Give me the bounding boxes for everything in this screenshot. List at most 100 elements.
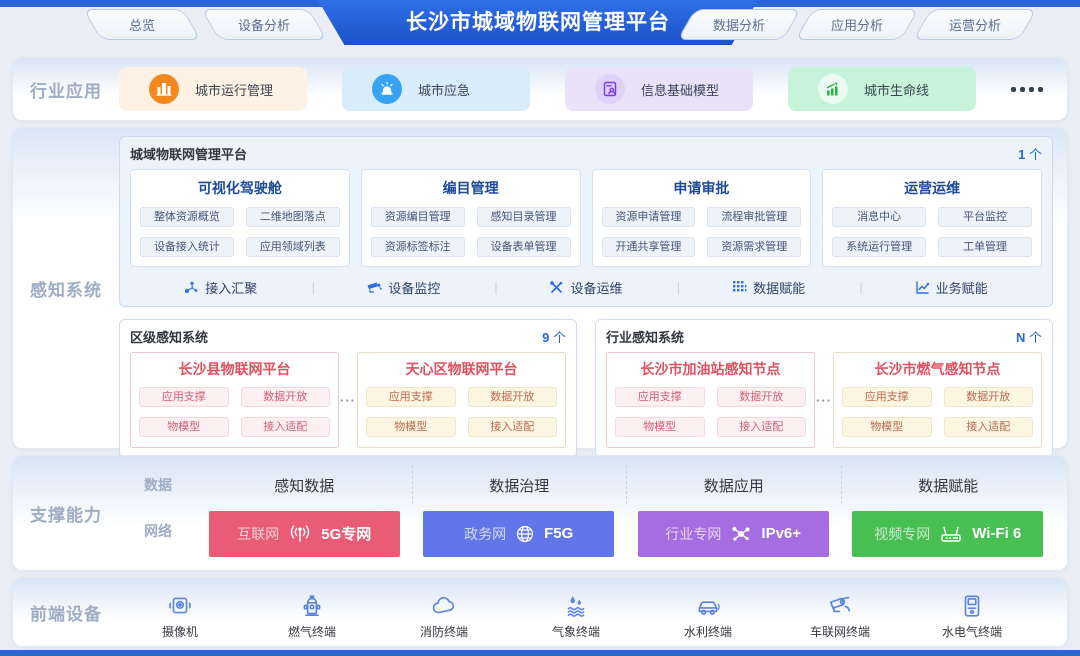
group-button[interactable]: 资源标签标注	[371, 237, 465, 257]
group-button[interactable]: 平台监控	[938, 207, 1032, 227]
network-tech: F5G	[544, 525, 573, 542]
data-item-governance: 数据治理	[412, 466, 627, 504]
group-button[interactable]: 应用领域列表	[246, 237, 340, 257]
ellipsis-icon[interactable]	[1011, 87, 1043, 92]
tools-icon	[549, 280, 564, 295]
count-unit: 个	[553, 330, 566, 345]
sense-button[interactable]: 应用支撑	[615, 387, 705, 407]
tab-overview[interactable]: 总览	[83, 9, 201, 40]
network-bar-gov-f5g[interactable]: 政务网 F5G	[423, 511, 614, 557]
sense-button[interactable]: 应用支撑	[842, 387, 932, 407]
app-card-city-operation[interactable]: 城市运行管理	[119, 67, 307, 111]
device-iov-terminal[interactable]: 车联网终端	[797, 589, 883, 640]
group-button[interactable]: 设备表单管理	[477, 237, 571, 257]
count-unit: 个	[1029, 330, 1042, 345]
sense-button[interactable]: 物模型	[615, 417, 705, 437]
sense-card-tianxin-district[interactable]: 天心区物联网平台 应用支撑 数据开放 物模型 接入适配	[357, 352, 566, 448]
group-button[interactable]: 消息中心	[832, 207, 926, 227]
group-button[interactable]: 工单管理	[938, 237, 1032, 257]
sense-button[interactable]: 接入适配	[241, 417, 331, 437]
device-camera[interactable]: 摄像机	[137, 589, 223, 640]
device-water-terminal[interactable]: 水利终端	[665, 589, 751, 640]
cloud-icon	[431, 589, 457, 619]
devices-row: 摄像机 燃气终端 消防终端 气象终端 水利终端 车联网终端	[119, 578, 1067, 646]
capability-device-monitor[interactable]: 设备监控	[313, 278, 495, 297]
sense-panels-row: 区级感知系统 9 个 长沙县物联网平台 应用支撑 数据开放 物模型 接入适配	[119, 319, 1053, 458]
app-card-city-emergency[interactable]: 城市应急	[342, 67, 530, 111]
support-row-labels: 数据 网络	[119, 466, 197, 558]
sense-button[interactable]: 数据开放	[241, 387, 331, 407]
platform-capabilities: 接入汇聚 | 设备监控 | 设备运维 | 数据赋能	[130, 278, 1042, 297]
line-chart-icon	[915, 280, 930, 295]
sense-button[interactable]: 应用支撑	[366, 387, 456, 407]
network-bar-video-wifi6[interactable]: 视频专网 Wi-Fi 6	[852, 511, 1043, 557]
sense-card-title: 天心区物联网平台	[366, 359, 557, 379]
device-label: 水利终端	[684, 623, 732, 640]
data-labels-row: 感知数据 数据治理 数据应用 数据赋能	[197, 466, 1055, 504]
weather-icon	[563, 589, 589, 619]
tab-label: 应用分析	[831, 15, 883, 34]
group-button[interactable]: 流程审批管理	[707, 207, 801, 227]
sense-button[interactable]: 物模型	[842, 417, 932, 437]
device-weather-terminal[interactable]: 气象终端	[533, 589, 619, 640]
sense-card-gas-sensing-node[interactable]: 长沙市燃气感知节点 应用支撑 数据开放 物模型 接入适配	[833, 352, 1042, 448]
network-bar-industry-ipv6[interactable]: 行业专网 IPv6+	[638, 511, 829, 557]
tab-data-analysis[interactable]: 数据分析	[677, 9, 801, 40]
section-label-industry-apps: 行业应用	[13, 58, 119, 120]
device-utility-meter-terminal[interactable]: 水电气终端	[929, 589, 1015, 640]
sense-button[interactable]: 数据开放	[717, 387, 807, 407]
group-button[interactable]: 系统运行管理	[832, 237, 926, 257]
count-unit: 个	[1029, 147, 1042, 162]
page-title: 长沙市城域物联网管理平台	[406, 6, 670, 39]
group-title: 申请审批	[602, 178, 802, 198]
sense-button[interactable]: 接入适配	[468, 417, 558, 437]
industry-count[interactable]: N 个	[1016, 327, 1042, 346]
tab-device-analysis[interactable]: 设备分析	[201, 9, 327, 40]
group-button[interactable]: 资源申请管理	[602, 207, 696, 227]
group-button[interactable]: 资源编目管理	[371, 207, 465, 227]
industry-panel-title: 行业感知系统	[606, 327, 684, 346]
sense-button[interactable]: 应用支撑	[139, 387, 229, 407]
device-fire-terminal[interactable]: 消防终端	[401, 589, 487, 640]
section-label-perception: 感知系统	[13, 128, 119, 448]
group-button[interactable]: 二维地图落点	[246, 207, 340, 227]
tab-operation-analysis[interactable]: 运营分析	[913, 9, 1037, 40]
sense-button[interactable]: 接入适配	[944, 417, 1034, 437]
bottom-bar	[0, 650, 1080, 656]
app-card-info-base-model[interactable]: 信息基础模型	[565, 67, 753, 111]
page: 总览 设备分析 长沙市城域物联网管理平台 数据分析 应用分析 运营分析 行业应用…	[0, 0, 1080, 656]
device-label: 车联网终端	[810, 623, 870, 640]
group-button[interactable]: 设备接入统计	[140, 237, 234, 257]
group-button[interactable]: 开通共享管理	[602, 237, 696, 257]
network-name: 政务网	[464, 524, 506, 544]
capability-business-enable[interactable]: 业务赋能	[860, 278, 1042, 297]
capability-access-aggregation[interactable]: 接入汇聚	[130, 278, 312, 297]
device-label: 消防终端	[420, 623, 468, 640]
nodes-icon	[184, 280, 199, 295]
app-card-city-lifeline[interactable]: 城市生命线	[788, 67, 976, 111]
sense-button[interactable]: 物模型	[366, 417, 456, 437]
capability-device-ops[interactable]: 设备运维	[495, 278, 677, 297]
network-bar-internet-5g[interactable]: 互联网 5G专网	[209, 511, 400, 557]
siren-icon	[372, 74, 402, 104]
sense-card-gas-station-node[interactable]: 长沙市加油站感知节点 应用支撑 数据开放 物模型 接入适配	[606, 352, 815, 448]
platform-count[interactable]: 1 个	[1018, 144, 1042, 163]
group-button[interactable]: 资源需求管理	[707, 237, 801, 257]
district-count[interactable]: 9 个	[542, 327, 566, 346]
sense-button[interactable]: 数据开放	[468, 387, 558, 407]
section-industry-apps: 行业应用 城市运行管理 城市应急 信息基础模型	[12, 57, 1068, 121]
count-value: 1	[1018, 147, 1025, 162]
data-item-enable: 数据赋能	[841, 466, 1056, 504]
count-value: 9	[542, 330, 549, 345]
sense-button[interactable]: 数据开放	[944, 387, 1034, 407]
industry-sense-panel: 行业感知系统 N 个 长沙市加油站感知节点 应用支撑 数据开放 物模型 接入适配	[595, 319, 1053, 458]
group-button[interactable]: 感知目录管理	[477, 207, 571, 227]
sense-button[interactable]: 物模型	[139, 417, 229, 437]
sense-button[interactable]: 接入适配	[717, 417, 807, 437]
capability-data-enable[interactable]: 数据赋能	[678, 278, 860, 297]
group-button[interactable]: 整体资源概览	[140, 207, 234, 227]
device-gas-terminal[interactable]: 燃气终端	[269, 589, 355, 640]
more-cards-ellipsis: ···	[339, 352, 357, 448]
tab-app-analysis[interactable]: 应用分析	[795, 9, 919, 40]
sense-card-changsha-county[interactable]: 长沙县物联网平台 应用支撑 数据开放 物模型 接入适配	[130, 352, 339, 448]
